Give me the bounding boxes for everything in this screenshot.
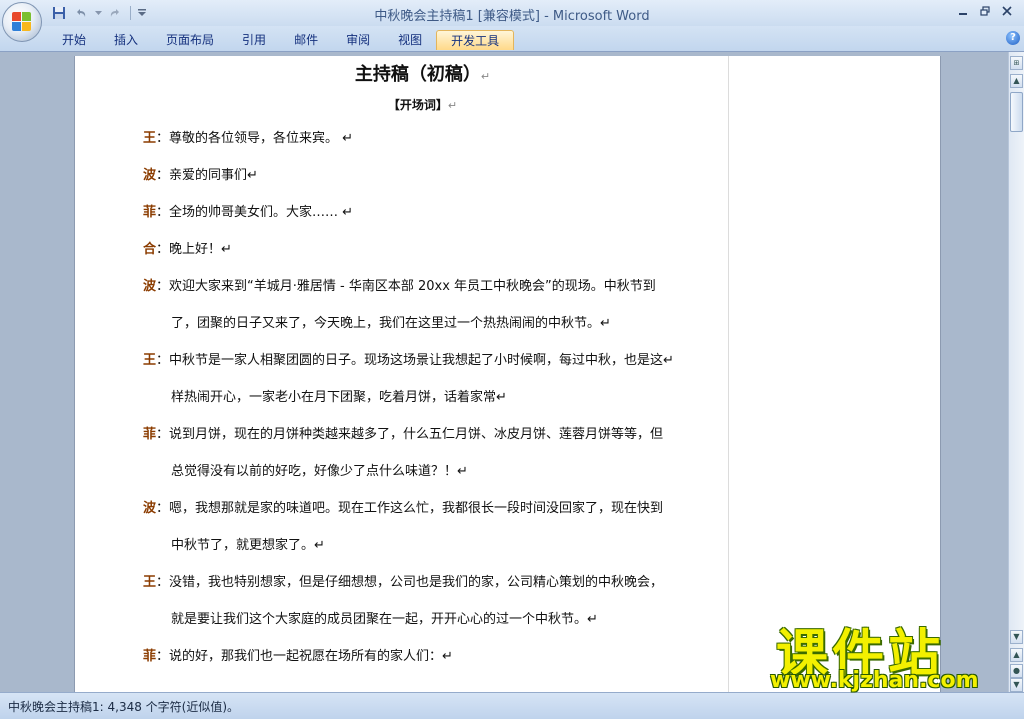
dialogue-line: 合：晚上好！↵: [143, 239, 723, 276]
dialogue-text: ：说到月饼，现在的月饼种类越来越多了，什么五仁月饼、冰皮月饼、莲蓉月饼等等，但: [156, 427, 664, 442]
dialogue-text: 就是要让我们这个大家庭的成员团聚在一起，开开心心的过一个中秋节。↵: [171, 612, 598, 627]
dialogue-paragraph: 合：晚上好！↵: [143, 239, 723, 276]
dialogue-line: 王：尊敬的各位领导，各位来宾。 ↵: [143, 128, 723, 165]
minimize-icon[interactable]: [952, 2, 974, 20]
dialogue-line: 就是要让我们这个大家庭的成员团聚在一起，开开心心的过一个中秋节。↵: [143, 609, 723, 646]
tab-references[interactable]: 引用: [228, 30, 280, 50]
dialogue-text: ：没错，我也特别想家，但是仔细想想，公司也是我们的家，公司精心策划的中秋晚会，: [156, 575, 664, 590]
dialogue-text: 中秋节了，就更想家了。↵: [171, 538, 325, 553]
speaker-name: 菲: [143, 205, 157, 220]
dialogue-text: ：全场的帅哥美女们。大家…… ↵: [156, 205, 354, 220]
dialogue-paragraph: 菲：全场的帅哥美女们。大家…… ↵: [143, 202, 723, 239]
paragraph-mark: ↵: [447, 99, 458, 112]
dialogue-text: ：中秋节是一家人相聚团圆的日子。现场这场景让我想起了小时候啊，每过中秋，也是这↵: [156, 353, 674, 368]
dialogue-text: ：亲爱的同事们↵: [156, 168, 258, 183]
next-page-icon[interactable]: ▼: [1010, 678, 1023, 692]
document-title: 主持稿（初稿）↵: [75, 60, 930, 86]
dialogue-text: ：说的好，那我们也一起祝愿在场所有的家人们：↵: [156, 649, 453, 664]
dialogue-line: 王：中秋节是一家人相聚团圆的日子。现场这场景让我想起了小时候啊，每过中秋，也是这…: [143, 350, 723, 387]
dialogue-text: 样热闹开心，一家老小在月下团聚，吃着月饼，话着家常↵: [171, 390, 507, 405]
paragraph-mark: ↵: [480, 70, 491, 83]
dialogue-line: 波：欢迎大家来到“羊城月·雅居情 - 华南区本部 20xx 年员工中秋晚会”的现…: [143, 276, 723, 313]
speaker-name: 波: [143, 168, 157, 183]
dialogue-line: 波：嗯，我想那就是家的味道吧。现在工作这么忙，我都很长一段时间没回家了，现在快到: [143, 498, 723, 535]
speaker-name: 王: [143, 131, 157, 146]
restore-icon[interactable]: [974, 2, 996, 20]
dialogue-line: 波：亲爱的同事们↵: [143, 165, 723, 202]
close-icon[interactable]: [996, 2, 1018, 20]
browse-object-icon[interactable]: ●: [1010, 664, 1023, 678]
dialogue-paragraph: 菲：说的好，那我们也一起祝愿在场所有的家人们：↵: [143, 646, 723, 683]
scroll-down-icon[interactable]: ▼: [1010, 630, 1023, 644]
document-workspace: 主持稿（初稿）↵ 【开场词】↵ 王：尊敬的各位领导，各位来宾。 ↵ 波：亲爱的同事…: [0, 52, 1008, 692]
dialogue-paragraph: 波：欢迎大家来到“羊城月·雅居情 - 华南区本部 20xx 年员工中秋晚会”的现…: [143, 276, 723, 350]
office-button[interactable]: [2, 2, 42, 42]
scroll-up-icon[interactable]: ▲: [1010, 74, 1023, 88]
speaker-name: 合: [143, 242, 157, 257]
speaker-name: 菲: [143, 427, 157, 442]
dialogue-paragraph: 波：嗯，我想那就是家的味道吧。现在工作这么忙，我都很长一段时间没回家了，现在快到…: [143, 498, 723, 572]
dialogue-paragraph: 波：亲爱的同事们↵: [143, 165, 723, 202]
dialogue-text: ：晚上好！↵: [156, 242, 232, 257]
dialogue-text: ：尊敬的各位领导，各位来宾。 ↵: [156, 131, 354, 146]
speaker-name: 波: [143, 501, 157, 516]
ruler-toggle-icon[interactable]: ⊞: [1010, 56, 1023, 70]
section-heading-text: 【开场词】: [387, 98, 448, 112]
dialogue-text: 了，团聚的日子又来了，今天晚上，我们在这里过一个热热闹闹的中秋节。↵: [171, 316, 611, 331]
dialogue-line: 菲：说到月饼，现在的月饼种类越来越多了，什么五仁月饼、冰皮月饼、莲蓉月饼等等，但: [143, 424, 723, 461]
tab-review[interactable]: 审阅: [332, 30, 384, 50]
title-bar: 中秋晚会主持稿1 [兼容模式] - Microsoft Word: [0, 0, 1024, 26]
speaker-name: 王: [143, 575, 157, 590]
ribbon-tab-bar: 开始 插入 页面布局 引用 邮件 审阅 视图 开发工具 ?: [0, 26, 1024, 52]
scroll-thumb[interactable]: [1010, 92, 1023, 132]
dialogue-text: ：欢迎大家来到“羊城月·雅居情 - 华南区本部 20xx 年员工中秋晚会”的现场…: [156, 279, 656, 294]
dialogue-line: 样热闹开心，一家老小在月下团聚，吃着月饼，话着家常↵: [143, 387, 723, 424]
section-heading: 【开场词】↵: [75, 96, 930, 113]
previous-page-icon[interactable]: ▲: [1010, 648, 1023, 662]
ribbon-tabs: 开始 插入 页面布局 引用 邮件 审阅 视图 开发工具: [48, 30, 515, 50]
status-bar: 中秋晚会主持稿1: 4,348 个字符(近似值)。: [0, 692, 1024, 719]
dialogue-line: 总觉得没有以前的好吃，好像少了点什么味道？！↵: [143, 461, 723, 498]
dialogue-line: 王：没错，我也特别想家，但是仔细想想，公司也是我们的家，公司精心策划的中秋晚会，: [143, 572, 723, 609]
document-title-text: 主持稿（初稿）: [354, 64, 481, 85]
speaker-name: 王: [143, 353, 157, 368]
tab-home[interactable]: 开始: [48, 30, 100, 50]
help-icon[interactable]: ?: [1006, 31, 1020, 45]
vertical-scrollbar[interactable]: ⊞ ▲ ▼ ▲ ● ▼: [1008, 52, 1024, 692]
dialogue-paragraph: 王：没错，我也特别想家，但是仔细想想，公司也是我们的家，公司精心策划的中秋晚会，…: [143, 572, 723, 646]
dialogue-line: 菲：全场的帅哥美女们。大家…… ↵: [143, 202, 723, 239]
tab-mailings[interactable]: 邮件: [280, 30, 332, 50]
document-page[interactable]: 主持稿（初稿）↵ 【开场词】↵ 王：尊敬的各位领导，各位来宾。 ↵ 波：亲爱的同事…: [74, 56, 941, 692]
dialogue-text: 总觉得没有以前的好吃，好像少了点什么味道？！↵: [171, 464, 468, 479]
dialogue-paragraph: 王：尊敬的各位领导，各位来宾。 ↵: [143, 128, 723, 165]
dialogue-text: ：嗯，我想那就是家的味道吧。现在工作这么忙，我都很长一段时间没回家了，现在快到: [156, 501, 664, 516]
window-title: 中秋晚会主持稿1 [兼容模式] - Microsoft Word: [374, 9, 650, 24]
speaker-name: 菲: [143, 649, 157, 664]
watermark-url: www.kjzhan.com: [770, 668, 979, 693]
dialogue-paragraph: 王：中秋节是一家人相聚团圆的日子。现场这场景让我想起了小时候啊，每过中秋，也是这…: [143, 350, 723, 424]
tab-page-layout[interactable]: 页面布局: [152, 30, 228, 50]
dialogue-line: 中秋节了，就更想家了。↵: [143, 535, 723, 572]
tab-insert[interactable]: 插入: [100, 30, 152, 50]
window-controls: [952, 2, 1018, 20]
dialogue-line: 菲：说的好，那我们也一起祝愿在场所有的家人们：↵: [143, 646, 723, 683]
dialogue-paragraph: 菲：说到月饼，现在的月饼种类越来越多了，什么五仁月饼、冰皮月饼、莲蓉月饼等等，但…: [143, 424, 723, 498]
speaker-name: 波: [143, 279, 157, 294]
dialogue-line: 了，团聚的日子又来了，今天晚上，我们在这里过一个热热闹闹的中秋节。↵: [143, 313, 723, 350]
status-character-count: 中秋晚会主持稿1: 4,348 个字符(近似值)。: [8, 700, 240, 714]
right-margin-guide: [728, 56, 729, 692]
office-logo-icon: [12, 12, 32, 32]
tab-view[interactable]: 视图: [384, 30, 436, 50]
tab-developer[interactable]: 开发工具: [436, 30, 515, 50]
